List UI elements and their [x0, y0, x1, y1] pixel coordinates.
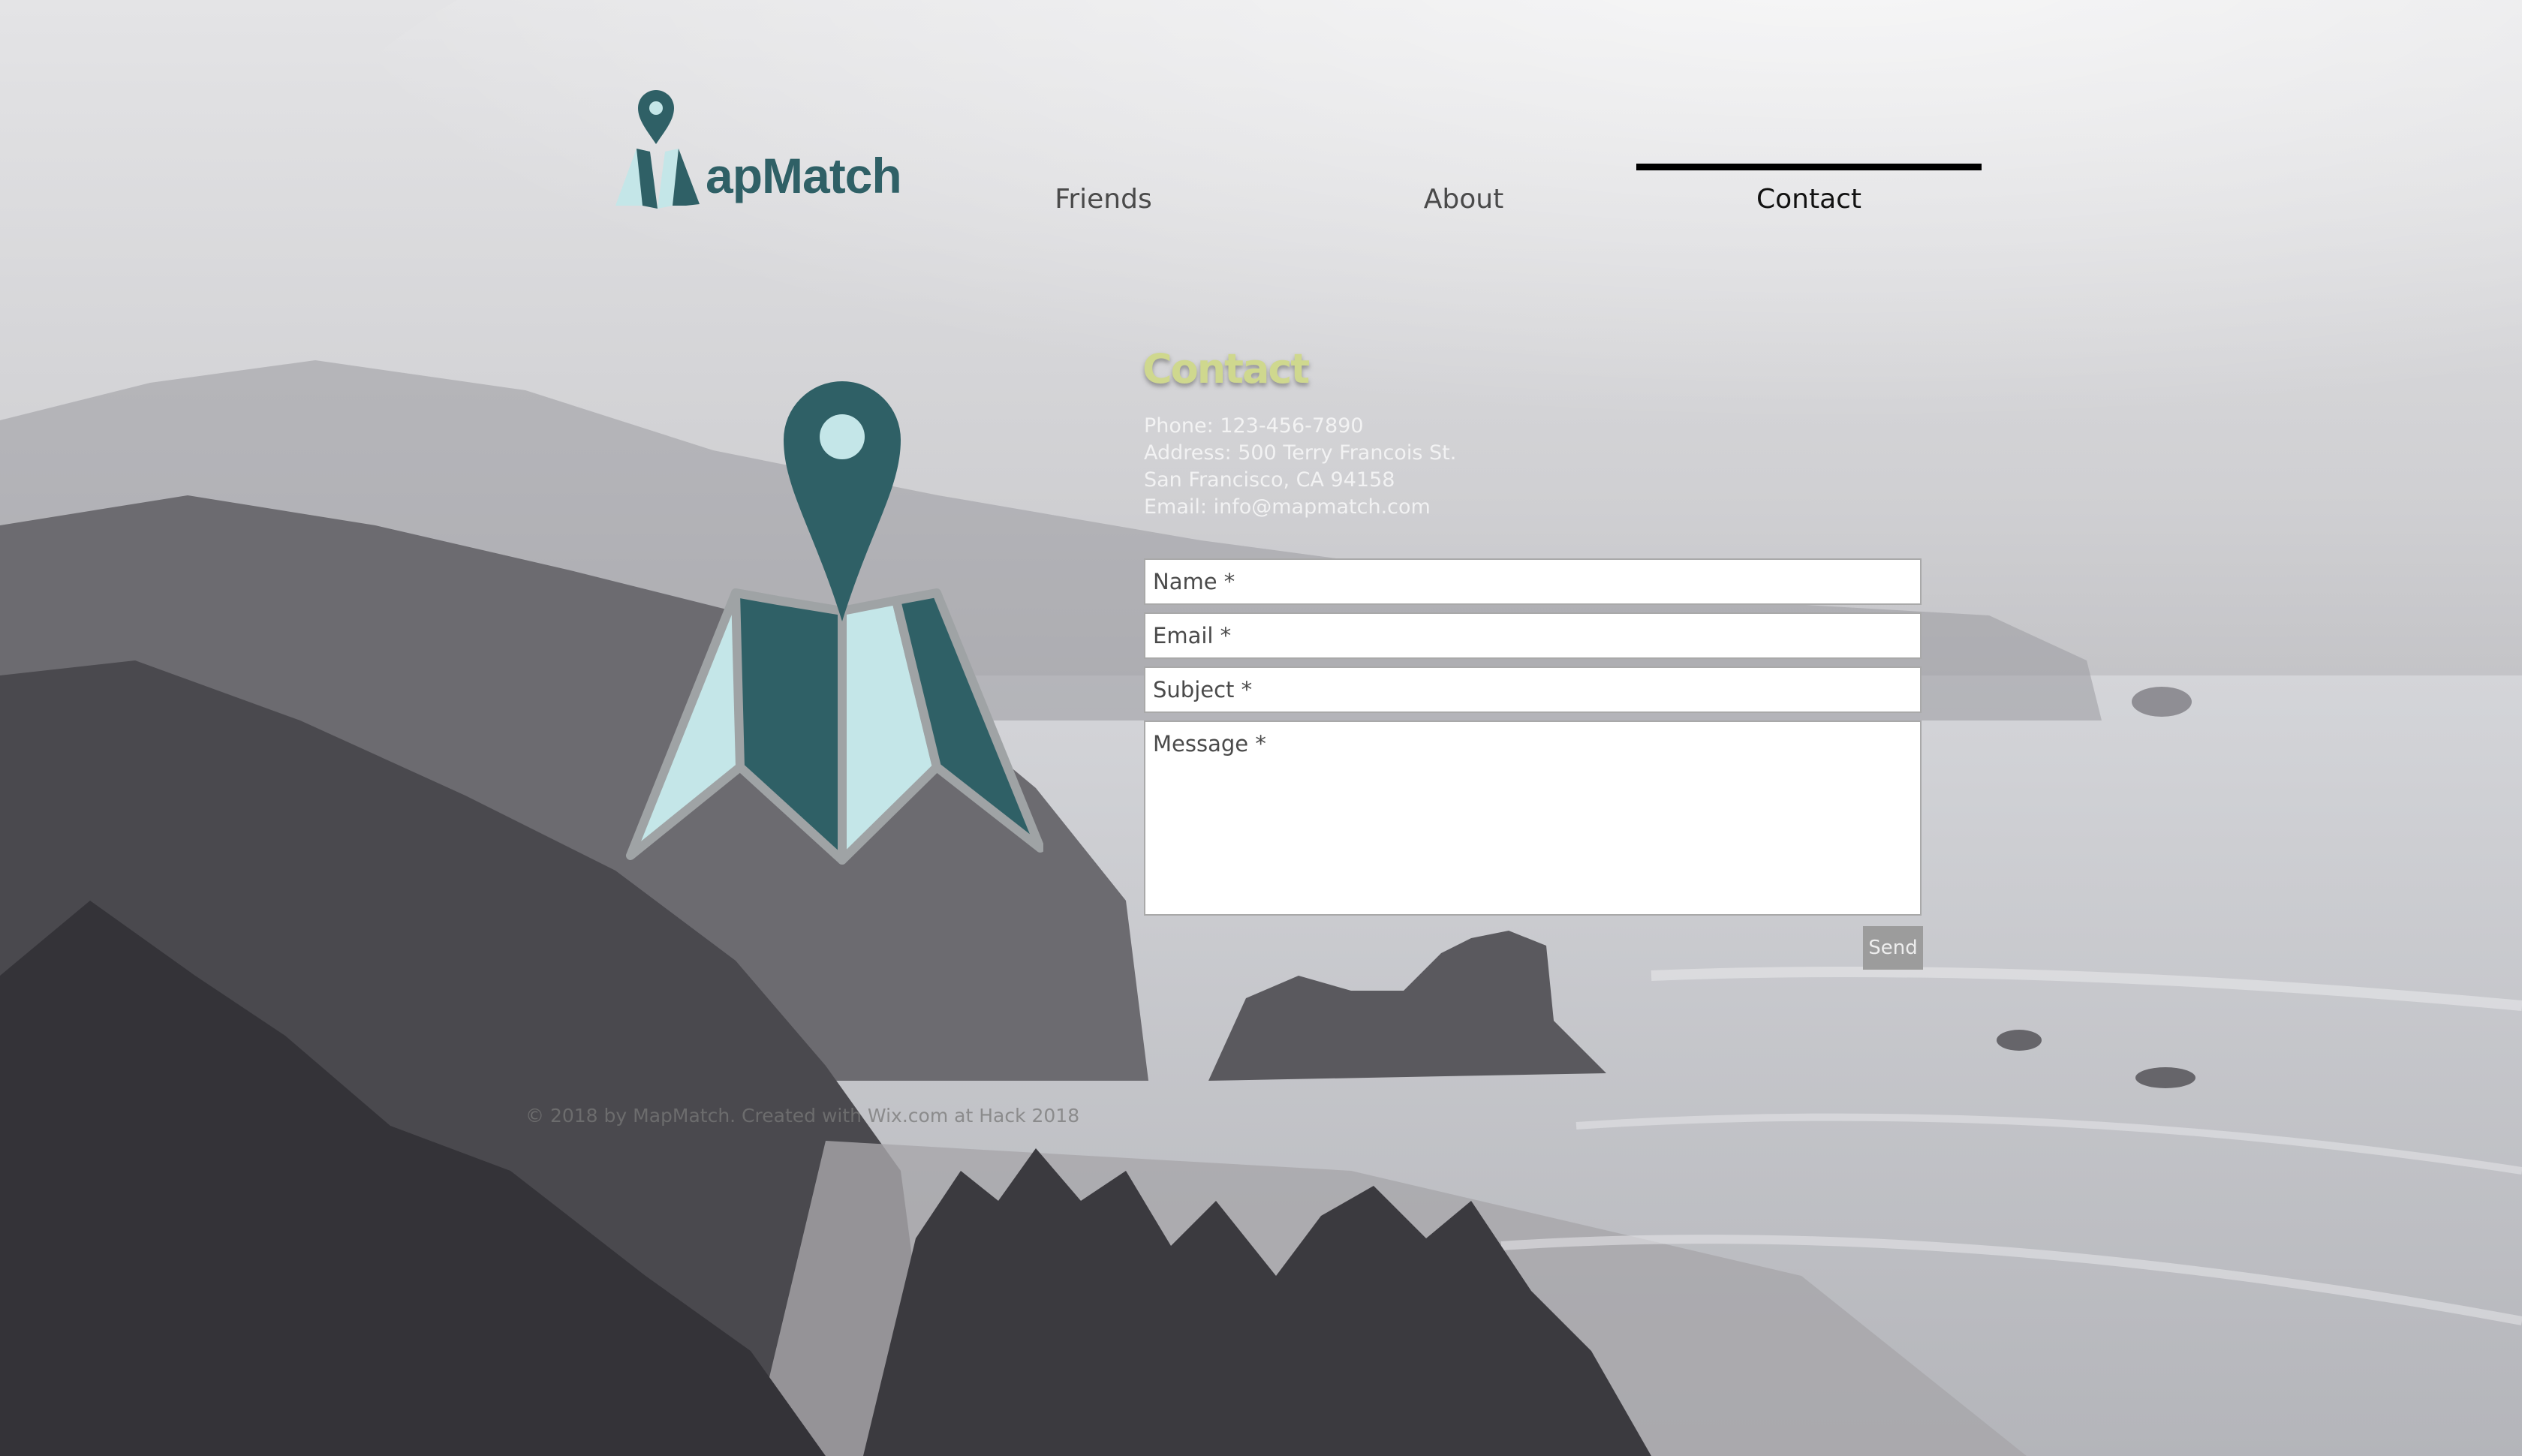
address-line-1: Address: 500 Terry Francois St.	[1144, 441, 1457, 465]
email-input[interactable]	[1144, 612, 1922, 659]
name-input[interactable]	[1144, 558, 1922, 605]
nav-item-contact[interactable]: Contact	[1636, 161, 1982, 221]
message-textarea[interactable]	[1144, 720, 1922, 916]
address-line-2: San Francisco, CA 94158	[1144, 468, 1395, 492]
contact-heading: Contact	[1142, 345, 1310, 393]
subject-input[interactable]	[1144, 666, 1922, 713]
nav-item-friends[interactable]: Friends	[931, 161, 1276, 221]
send-button[interactable]: Send	[1863, 926, 1923, 970]
map-pin-icon	[615, 90, 700, 209]
email-text: Email: info@mapmatch.com	[1144, 495, 1431, 519]
nav-item-about[interactable]: About	[1291, 161, 1636, 221]
contact-details: Phone: 123-456-7890 Address: 500 Terry F…	[1144, 413, 1744, 521]
brand-name: apMatch	[706, 148, 902, 203]
map-pin-icon	[626, 381, 1043, 865]
footer-text: © 2018 by MapMatch. Created with Wix.com…	[525, 1105, 1080, 1127]
site-logo[interactable]: apMatch	[600, 84, 902, 212]
phone-text: Phone: 123-456-7890	[1144, 414, 1364, 438]
main-nav: Friends About Contact	[931, 161, 1982, 221]
